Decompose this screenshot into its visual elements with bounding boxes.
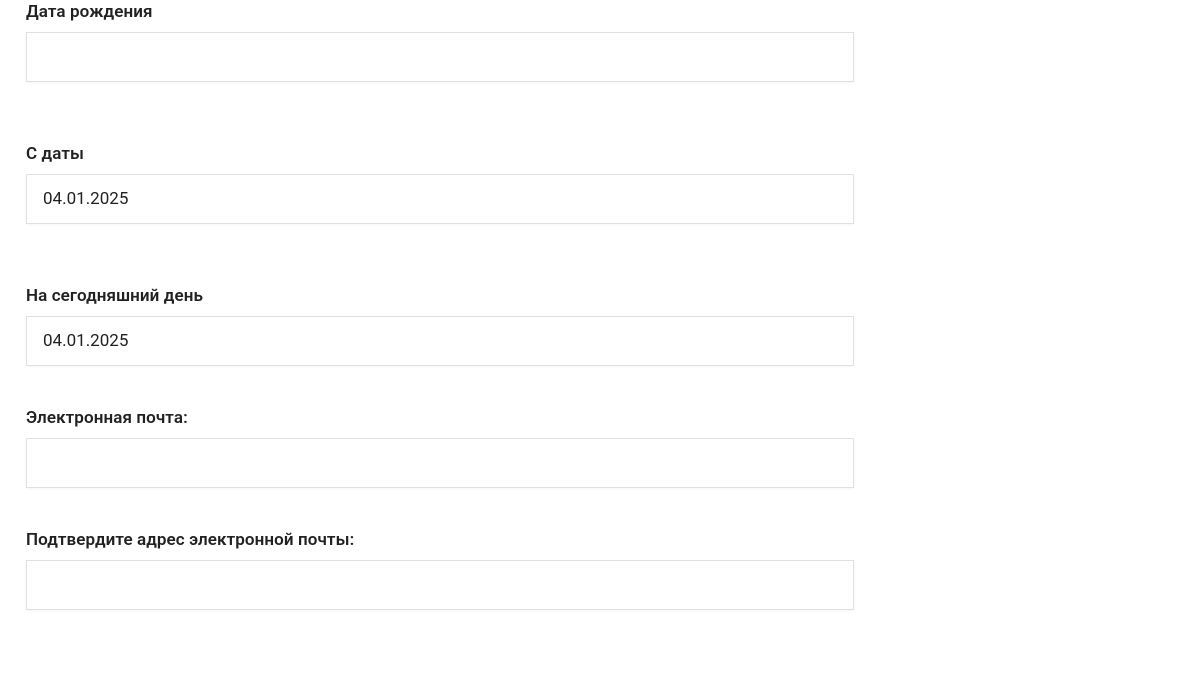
birth-date-input[interactable] (26, 32, 854, 82)
from-date-input[interactable] (26, 174, 854, 224)
form-group-from-date: С даты (26, 144, 1191, 224)
form-group-today-date: На сегодняшний день (26, 286, 1191, 366)
form-group-birth-date: Дата рождения (26, 2, 1191, 82)
today-date-input[interactable] (26, 316, 854, 366)
today-date-label: На сегодняшний день (26, 286, 1191, 306)
email-label: Электронная почта: (26, 408, 1191, 428)
from-date-label: С даты (26, 144, 1191, 164)
birth-date-label: Дата рождения (26, 2, 1191, 22)
email-confirm-input[interactable] (26, 560, 854, 610)
form-group-email: Электронная почта: (26, 408, 1191, 488)
form-container: Дата рождения С даты На сегодняшний день… (0, 0, 1191, 610)
email-input[interactable] (26, 438, 854, 488)
email-confirm-label: Подтвердите адрес электронной почты: (26, 530, 1191, 550)
form-group-email-confirm: Подтвердите адрес электронной почты: (26, 530, 1191, 610)
